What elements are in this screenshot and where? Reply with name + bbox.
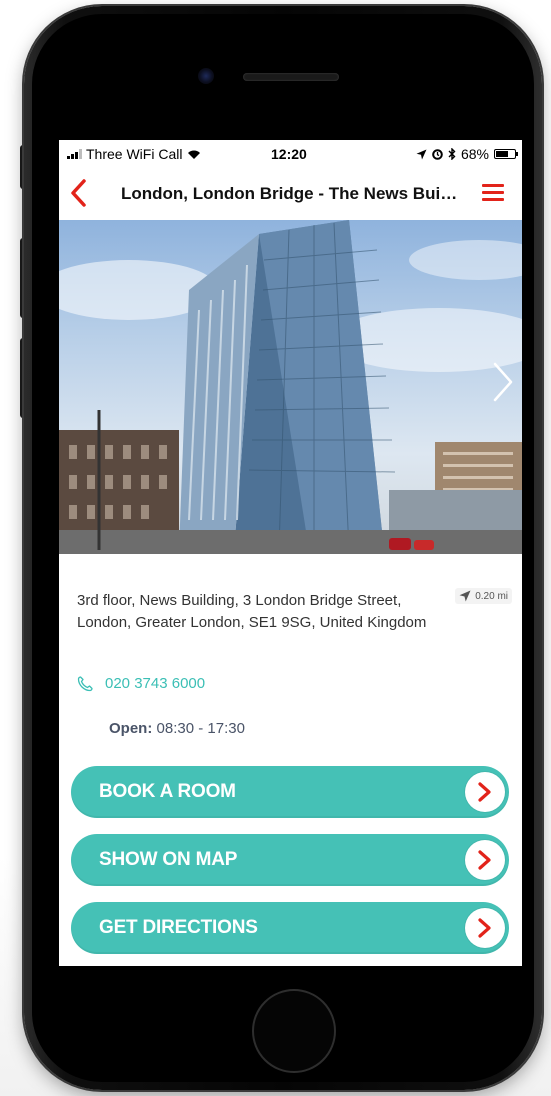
hours-label: Open: <box>109 720 153 737</box>
signal-icon <box>67 149 82 159</box>
distance-value: 0.20 mi <box>475 590 508 602</box>
building-photo <box>59 220 522 554</box>
show-on-map-label: SHOW ON MAP <box>99 849 238 870</box>
chevron-right-circle-icon <box>465 908 505 948</box>
chevron-left-icon <box>71 179 86 207</box>
phone-icon <box>77 675 93 691</box>
show-on-map-button[interactable]: SHOW ON MAP <box>71 834 509 886</box>
carrier-group: Three WiFi Call <box>67 146 202 162</box>
back-button[interactable] <box>67 178 91 208</box>
alarm-icon <box>432 149 443 160</box>
get-directions-button[interactable]: GET DIRECTIONS <box>71 902 509 954</box>
navigation-bar: London, London Bridge - The News Buildin… <box>59 168 522 220</box>
battery-percentage: 68% <box>460 146 489 162</box>
battery-icon <box>494 149 518 159</box>
status-icons: 68% <box>416 146 518 162</box>
device-mockup: Three WiFi Call 12:20 68% London, London… <box>0 0 551 1096</box>
chevron-right-icon <box>493 362 513 402</box>
address-text: 3rd floor, News Building, 3 London Bridg… <box>77 592 427 631</box>
wifi-icon <box>188 150 201 159</box>
get-directions-label: GET DIRECTIONS <box>99 917 258 938</box>
next-photo-button[interactable] <box>490 360 516 404</box>
book-a-room-label: BOOK A ROOM <box>99 781 236 802</box>
front-camera <box>198 68 214 84</box>
status-bar: Three WiFi Call 12:20 68% <box>59 140 522 168</box>
location-services-icon <box>416 149 427 159</box>
location-arrow-icon <box>459 590 471 602</box>
bluetooth-icon <box>448 148 456 160</box>
clock: 12:20 <box>271 146 307 162</box>
menu-button[interactable] <box>482 184 504 202</box>
opening-hours: Open: 08:30 - 17:30 <box>109 720 245 737</box>
book-a-room-button[interactable]: BOOK A ROOM <box>71 766 509 818</box>
building-illustration <box>59 220 522 554</box>
home-button[interactable] <box>252 989 336 1073</box>
page-title: London, London Bridge - The News Buildin… <box>121 184 461 203</box>
phone-number: 020 3743 6000 <box>105 675 206 692</box>
hours-value: 08:30 - 17:30 <box>156 720 245 737</box>
app-screen: Three WiFi Call 12:20 68% London, London… <box>59 140 522 966</box>
carrier-label: Three WiFi Call <box>86 146 183 162</box>
hamburger-menu-icon <box>482 184 504 201</box>
earpiece-speaker <box>243 73 339 81</box>
location-details: 3rd floor, News Building, 3 London Bridg… <box>59 554 522 966</box>
chevron-right-circle-icon <box>465 840 505 880</box>
chevron-right-circle-icon <box>465 772 505 812</box>
phone-link[interactable]: 020 3743 6000 <box>77 675 205 692</box>
distance-badge: 0.20 mi <box>455 588 512 604</box>
